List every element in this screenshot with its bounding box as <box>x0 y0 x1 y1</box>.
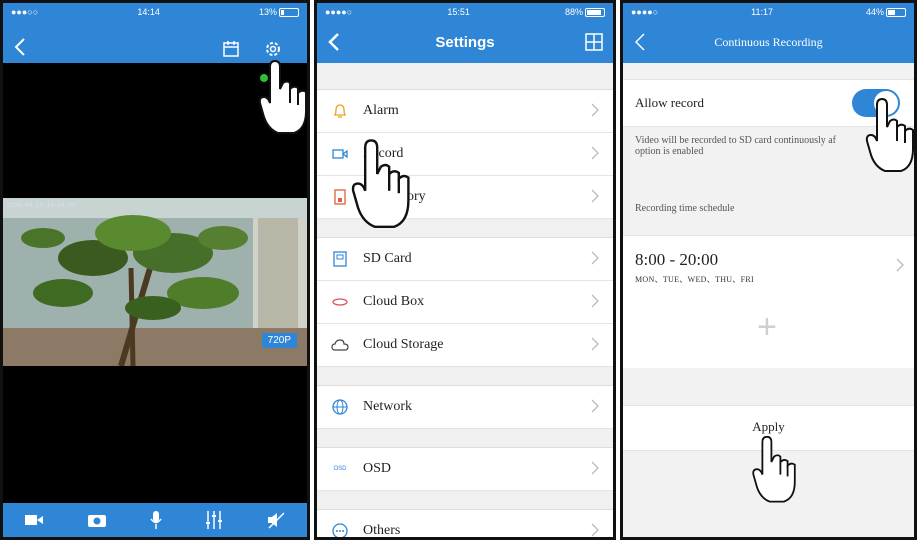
settings-item-network[interactable]: Network <box>317 386 613 429</box>
settings-item-label: Cloud Box <box>363 294 425 309</box>
chevron-right-icon <box>591 146 599 160</box>
back-arrow-icon[interactable] <box>13 37 27 57</box>
cloud-storage-icon <box>331 336 349 354</box>
settings-item-label: ory <box>407 189 426 204</box>
schedule-days: MON、TUE、WED、THU、FRI <box>635 275 755 284</box>
osd-icon: OSD <box>333 466 347 472</box>
chevron-right-icon <box>591 251 599 265</box>
apply-label: Apply <box>752 419 785 434</box>
settings-item-cloud-storage[interactable]: Cloud Storage <box>317 324 613 367</box>
bell-icon <box>331 102 349 120</box>
settings-item-alarm[interactable]: Alarm <box>317 90 613 133</box>
online-indicator <box>260 74 268 82</box>
bottom-toolbar <box>3 503 307 537</box>
page-title: Settings <box>435 33 495 51</box>
settings-item-label: Record <box>363 146 404 161</box>
battery-status: 88% <box>565 7 605 18</box>
chevron-right-icon <box>591 399 599 413</box>
status-time: 14:14 <box>137 7 160 17</box>
settings-item-osd[interactable]: OSD OSD <box>317 448 613 491</box>
chevron-right-icon <box>591 461 599 475</box>
settings-item-sd-card[interactable]: SD Card <box>317 238 613 281</box>
ellipsis-icon <box>331 522 349 537</box>
chevron-right-icon <box>591 337 599 351</box>
camera-video-feed[interactable]: 2016-08-13 14:14:04 720P <box>3 198 307 366</box>
cloud-box-icon <box>331 293 349 311</box>
chevron-right-icon <box>591 189 599 203</box>
chevron-right-icon <box>591 294 599 308</box>
page-title: Continuous Recording <box>714 34 823 49</box>
schedule-row[interactable]: 8:00 - 20:00 MON、TUE、WED、THU、FRI <box>623 235 914 297</box>
apply-button[interactable]: Apply <box>623 405 914 451</box>
schedule-time: 8:00 - 20:00 <box>635 250 719 269</box>
chevron-right-icon <box>591 523 599 537</box>
settings-item-memory[interactable]: ory <box>317 176 613 219</box>
equalizer-icon[interactable] <box>205 510 223 530</box>
chevron-right-icon <box>591 103 599 117</box>
settings-item-label: Others <box>363 523 401 538</box>
add-schedule-row[interactable]: + <box>623 296 914 368</box>
allow-record-row: Allow record <box>623 79 914 127</box>
settings-list: Alarm Record ory SD Card Cloud Box Cloud <box>317 63 613 538</box>
carrier-signal: ●●●●○ <box>325 7 353 17</box>
mute-speaker-icon[interactable] <box>266 510 286 530</box>
resolution-badge[interactable]: 720P <box>261 333 297 348</box>
back-arrow-icon[interactable] <box>327 32 341 52</box>
sd-card-icon <box>331 250 349 268</box>
continuous-recording-screen: Continuous Recording ●●●●○ 11:17 44% All… <box>620 0 917 540</box>
settings-item-others[interactable]: Others <box>317 510 613 538</box>
video-record-icon[interactable] <box>24 513 44 527</box>
gear-icon[interactable] <box>263 39 283 59</box>
record-description: Video will be recorded to SD card contin… <box>635 135 837 157</box>
battery-status: 44% <box>866 7 906 18</box>
status-bar: ●●●●○ 11:17 44% <box>623 3 914 21</box>
settings-item-label: Network <box>363 399 412 414</box>
settings-item-label: SD Card <box>363 251 412 266</box>
settings-item-label: OSD <box>363 461 392 476</box>
microphone-icon[interactable] <box>149 510 163 530</box>
settings-navbar: Settings <box>317 21 613 63</box>
grid-view-icon[interactable] <box>585 33 603 51</box>
allow-record-label: Allow record <box>635 95 704 110</box>
calendar-icon[interactable] <box>221 39 241 59</box>
settings-screen: Settings ●●●●○ 15:51 88% Alarm Record or… <box>314 0 616 540</box>
add-schedule-icon[interactable]: + <box>757 308 777 347</box>
live-view-screen: ●●●○○ 14:14 13% 2016-08-13 14:14:04 720P <box>0 0 310 540</box>
video-camera-icon <box>331 145 349 163</box>
recording-navbar: Continuous Recording <box>623 21 914 63</box>
allow-record-toggle[interactable] <box>852 89 900 117</box>
carrier-signal: ●●●●○ <box>631 7 659 17</box>
settings-item-label: Cloud Storage <box>363 337 444 352</box>
video-timestamp: 2016-08-13 14:14:04 <box>7 202 76 209</box>
schedule-header: Recording time schedule <box>635 203 735 214</box>
camera-icon[interactable] <box>87 512 107 528</box>
globe-icon <box>331 398 349 416</box>
status-time: 11:17 <box>751 7 774 17</box>
back-arrow-icon[interactable] <box>633 32 647 52</box>
settings-item-record[interactable]: Record <box>317 133 613 176</box>
status-time: 15:51 <box>447 7 470 17</box>
memory-card-icon <box>331 188 349 206</box>
settings-item-label: Alarm <box>363 103 399 118</box>
chevron-right-icon <box>896 258 904 272</box>
tap-hand-icon <box>258 59 307 134</box>
battery-status: 13% <box>259 7 299 18</box>
status-bar: ●●●○○ 14:14 13% <box>3 3 307 21</box>
status-bar: ●●●●○ 15:51 88% <box>317 3 613 21</box>
carrier-signal: ●●●○○ <box>11 7 39 17</box>
settings-item-cloud-box[interactable]: Cloud Box <box>317 281 613 324</box>
